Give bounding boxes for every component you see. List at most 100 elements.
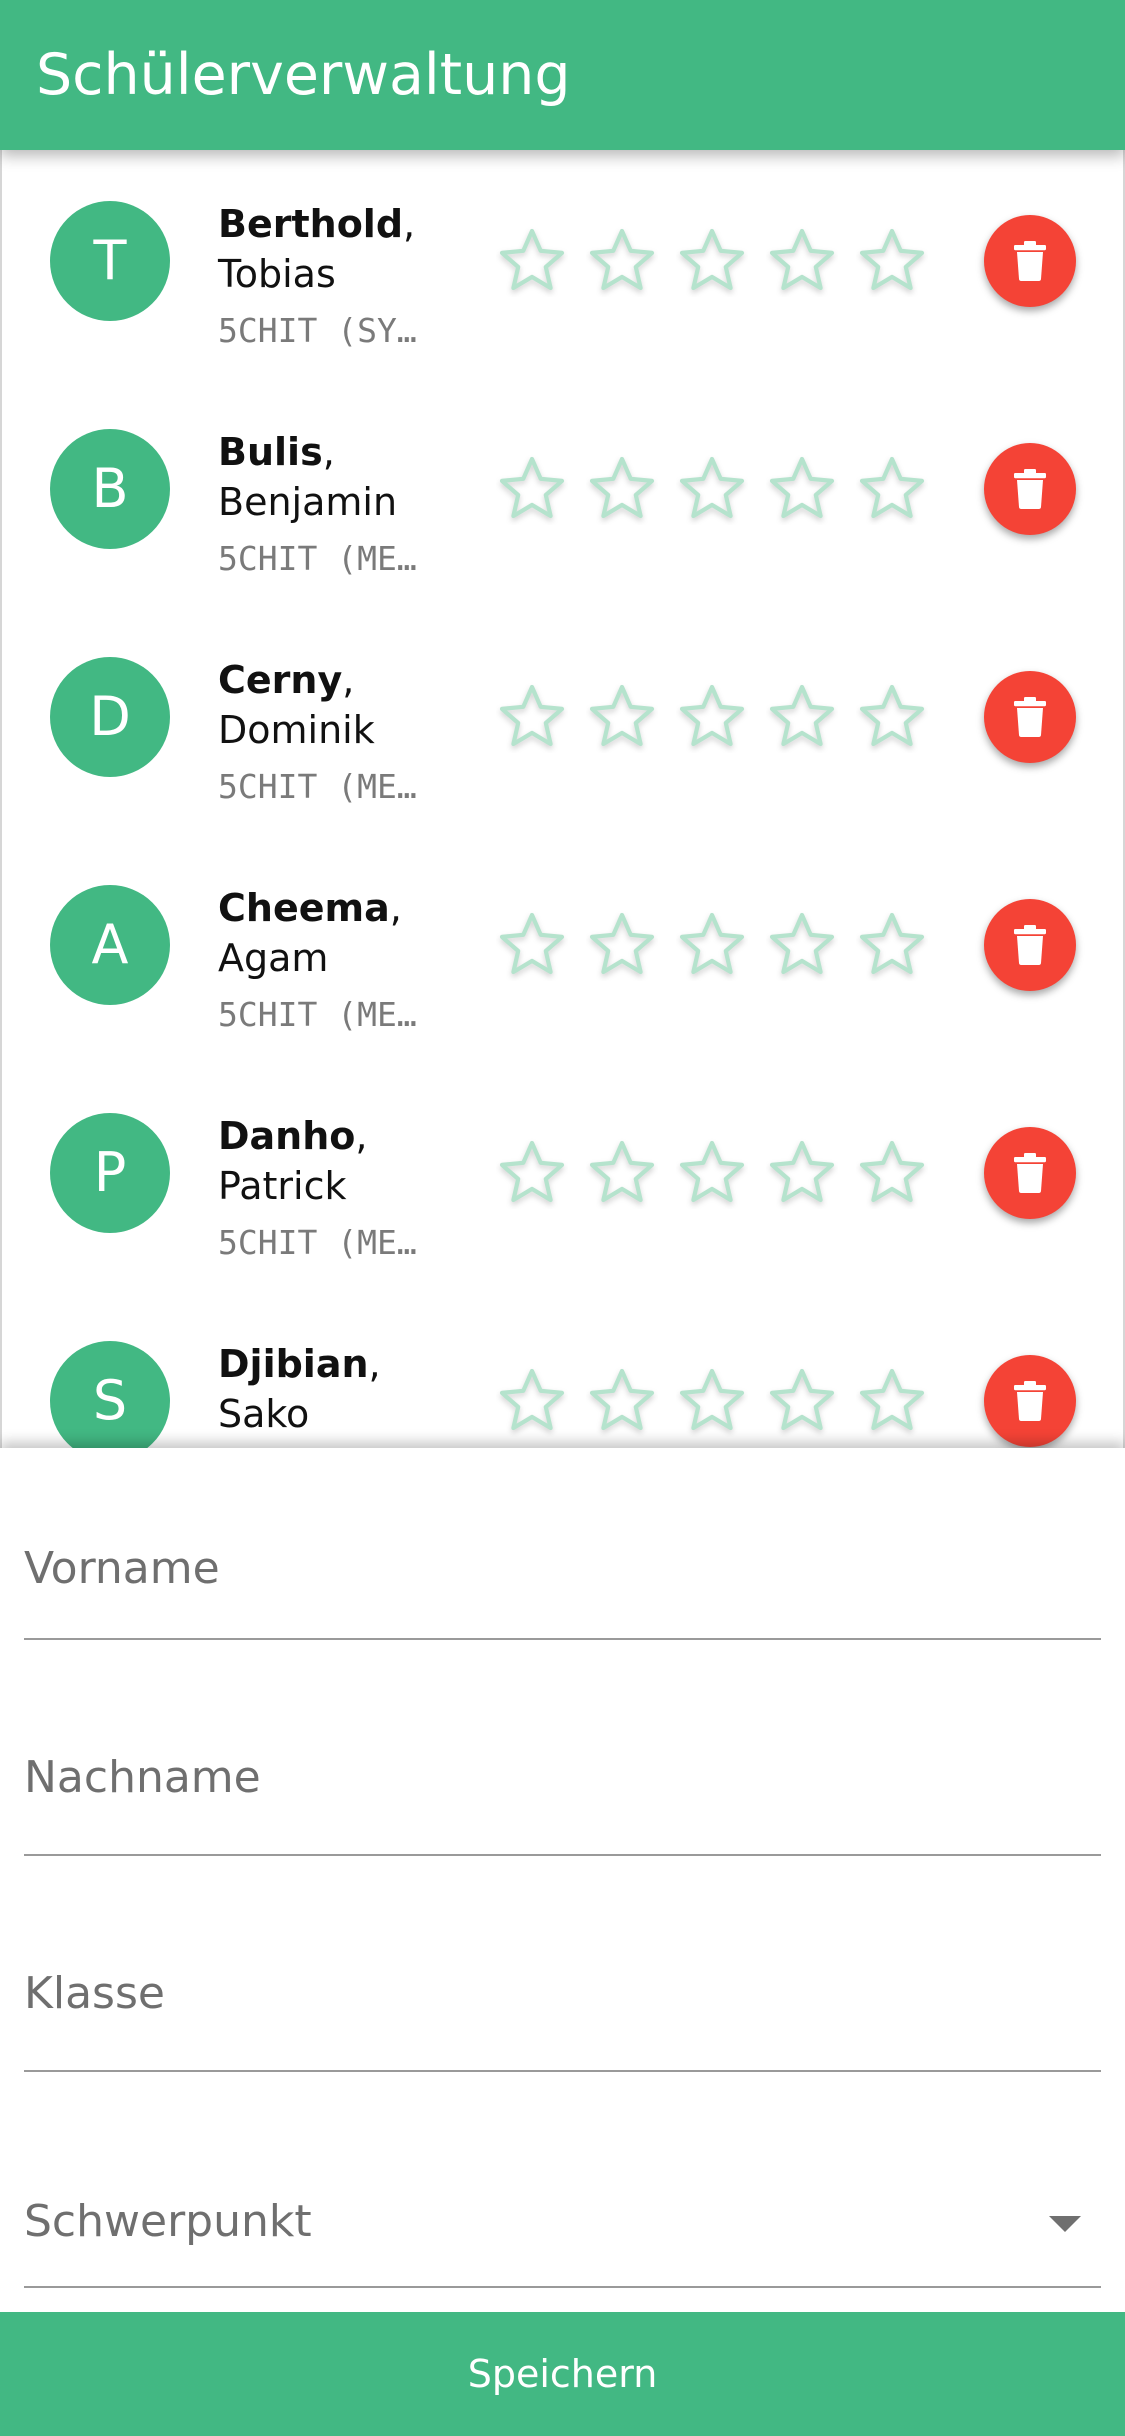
rating-stars[interactable]	[496, 657, 946, 777]
klasse-field[interactable]	[24, 1856, 1101, 2072]
delete-button[interactable]	[984, 899, 1076, 991]
star-outline-icon[interactable]	[586, 225, 658, 297]
avatar: P	[50, 1113, 170, 1233]
star-outline-icon[interactable]	[856, 225, 928, 297]
student-last-name: Djibian,	[218, 1339, 478, 1389]
star-outline-icon[interactable]	[586, 1137, 658, 1209]
avatar: S	[50, 1341, 170, 1448]
trash-icon	[1014, 697, 1046, 737]
student-last-name: Berthold,	[218, 199, 478, 249]
delete-button[interactable]	[984, 1127, 1076, 1219]
last-name-text: Danho	[218, 1114, 356, 1158]
student-row[interactable]: D Cerny, Dominik 5CHIT (ME...	[0, 657, 1125, 885]
student-first-name: Dominik	[218, 708, 375, 752]
schwerpunkt-select[interactable]: Schwerpunkt	[24, 2072, 1101, 2288]
name-separator: ,	[342, 658, 355, 702]
student-first-name: Tobias	[218, 252, 336, 296]
app-title: Schülerverwaltung	[36, 42, 571, 108]
star-outline-icon[interactable]	[676, 1137, 748, 1209]
student-row[interactable]: S Djibian, Sako	[0, 1341, 1125, 1448]
name-separator: ,	[368, 1342, 381, 1386]
arrow-drop-down-icon	[1049, 2216, 1081, 2232]
star-outline-icon[interactable]	[496, 1137, 568, 1209]
star-outline-icon[interactable]	[586, 909, 658, 981]
klasse-input[interactable]	[24, 1856, 1101, 2070]
delete-button[interactable]	[984, 1355, 1076, 1447]
star-outline-icon[interactable]	[586, 453, 658, 525]
rating-stars[interactable]	[496, 1341, 946, 1448]
vorname-field[interactable]	[24, 1448, 1101, 1640]
star-outline-icon[interactable]	[676, 453, 748, 525]
star-outline-icon[interactable]	[856, 453, 928, 525]
delete-button[interactable]	[984, 671, 1076, 763]
trash-icon	[1014, 241, 1046, 281]
student-row[interactable]: A Cheema, Agam 5CHIT (ME...	[0, 885, 1125, 1113]
student-list[interactable]: T Berthold, Tobias 5CHIT (SYT) B Bulis, …	[0, 150, 1125, 1448]
student-class: 5CHIT (ME...	[218, 767, 433, 806]
avatar: A	[50, 885, 170, 1005]
rating-stars[interactable]	[496, 201, 946, 321]
name-separator: ,	[355, 1114, 368, 1158]
last-name-text: Djibian	[218, 1342, 369, 1386]
star-outline-icon[interactable]	[856, 909, 928, 981]
student-last-name: Danho,	[218, 1111, 478, 1161]
star-outline-icon[interactable]	[676, 225, 748, 297]
avatar: T	[50, 201, 170, 321]
star-outline-icon[interactable]	[676, 1365, 748, 1437]
star-outline-icon[interactable]	[766, 909, 838, 981]
save-button[interactable]: Speichern	[0, 2312, 1125, 2436]
nachname-input[interactable]	[24, 1640, 1101, 1854]
star-outline-icon[interactable]	[496, 1365, 568, 1437]
student-row[interactable]: P Danho, Patrick 5CHIT (ME...	[0, 1113, 1125, 1341]
delete-button[interactable]	[984, 215, 1076, 307]
student-first-name: Sako	[218, 1392, 310, 1436]
avatar: B	[50, 429, 170, 549]
vorname-input[interactable]	[24, 1448, 1101, 1638]
trash-icon	[1014, 1381, 1046, 1421]
nachname-field[interactable]	[24, 1640, 1101, 1856]
student-last-name: Cheema,	[218, 883, 478, 933]
star-outline-icon[interactable]	[856, 681, 928, 753]
last-name-text: Cerny	[218, 658, 343, 702]
star-outline-icon[interactable]	[586, 681, 658, 753]
star-outline-icon[interactable]	[496, 225, 568, 297]
last-name-text: Cheema	[218, 886, 390, 930]
star-outline-icon[interactable]	[856, 1365, 928, 1437]
student-row[interactable]: B Bulis, Benjamin 5CHIT (ME...	[0, 429, 1125, 657]
student-first-name: Patrick	[218, 1164, 347, 1208]
name-separator: ,	[389, 886, 402, 930]
schwerpunkt-underline	[24, 2286, 1101, 2288]
student-last-name: Cerny,	[218, 655, 478, 705]
name-separator: ,	[322, 430, 335, 474]
schwerpunkt-label: Schwerpunkt	[24, 2196, 312, 2247]
app-bar: Schülerverwaltung	[0, 0, 1125, 150]
student-class: 5CHIT (SYT)	[218, 311, 433, 350]
rating-stars[interactable]	[496, 1113, 946, 1233]
star-outline-icon[interactable]	[496, 453, 568, 525]
delete-button[interactable]	[984, 443, 1076, 535]
star-outline-icon[interactable]	[586, 1365, 658, 1437]
star-outline-icon[interactable]	[766, 453, 838, 525]
rating-stars[interactable]	[496, 885, 946, 1005]
star-outline-icon[interactable]	[496, 681, 568, 753]
student-first-name: Agam	[218, 936, 329, 980]
star-outline-icon[interactable]	[766, 1137, 838, 1209]
star-outline-icon[interactable]	[676, 909, 748, 981]
star-outline-icon[interactable]	[496, 909, 568, 981]
student-last-name: Bulis,	[218, 427, 478, 477]
star-outline-icon[interactable]	[766, 1365, 838, 1437]
student-class: 5CHIT (ME...	[218, 539, 433, 578]
name-separator: ,	[403, 202, 416, 246]
last-name-text: Berthold	[218, 202, 404, 246]
avatar: D	[50, 657, 170, 777]
student-row[interactable]: T Berthold, Tobias 5CHIT (SYT)	[0, 201, 1125, 429]
star-outline-icon[interactable]	[676, 681, 748, 753]
rating-stars[interactable]	[496, 429, 946, 549]
trash-icon	[1014, 469, 1046, 509]
star-outline-icon[interactable]	[766, 225, 838, 297]
star-outline-icon[interactable]	[766, 681, 838, 753]
student-class: 5CHIT (ME...	[218, 1223, 433, 1262]
trash-icon	[1014, 1153, 1046, 1193]
student-form: Schwerpunkt	[0, 1448, 1125, 2312]
star-outline-icon[interactable]	[856, 1137, 928, 1209]
